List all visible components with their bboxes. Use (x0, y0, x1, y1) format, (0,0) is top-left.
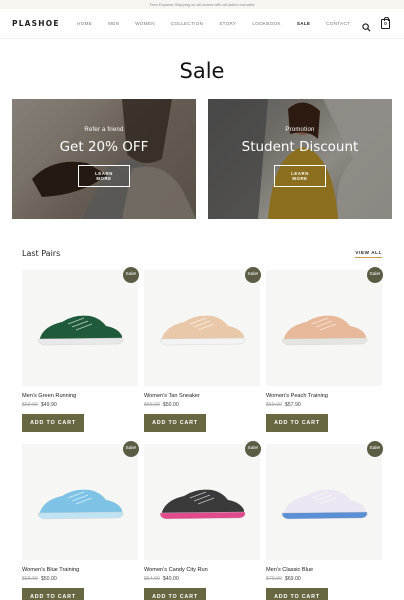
product-card[interactable]: Sale! Women's Tan Sneaker $55.90 $50.00 A… (144, 267, 261, 432)
shoe-image (159, 489, 246, 520)
search-icon[interactable] (362, 19, 371, 32)
sale-price: $69.00 (284, 576, 301, 582)
banner-student-discount[interactable]: Promotion Student Discount LEARN MORE (208, 99, 392, 219)
product-card[interactable]: Sale! Women's Candy City Run $54.90 $40.0… (144, 441, 261, 600)
sale-badge: Sale! (367, 267, 383, 283)
sale-price: $50.00 (40, 576, 57, 582)
product-price: $54.90 $40.00 (144, 576, 260, 582)
old-price: $54.90 (144, 576, 160, 582)
nav-sale[interactable]: SALE (289, 21, 318, 26)
product-price: $59.90 $49.90 (22, 402, 138, 408)
shopping-bag-icon[interactable]: 0 (381, 16, 390, 29)
product-name[interactable]: Men's Green Running (22, 393, 138, 399)
view-all-link[interactable]: VIEW ALL (355, 250, 382, 258)
shoe-image (37, 489, 124, 520)
banner-kicker: Promotion (285, 127, 315, 133)
sale-badge: Sale! (123, 441, 139, 457)
product-name[interactable]: Women's Candy City Run (144, 567, 260, 573)
shoe-image (281, 489, 368, 520)
product-image[interactable] (266, 270, 382, 386)
banner-refer-friend[interactable]: Refer a friend Get 20% OFF LEARN MORE (12, 99, 196, 219)
old-price: $79.90 (266, 576, 282, 582)
promo-text: Free Express Shipping on all orders with… (149, 2, 255, 7)
promo-banners: Refer a friend Get 20% OFF LEARN MORE Pr… (0, 99, 404, 219)
product-price: $59.90 $57.90 (266, 402, 382, 408)
product-card[interactable]: Sale! Men's Green Running $59.90 $49.90 A… (22, 267, 139, 432)
promo-topbar: Free Express Shipping on all orders with… (0, 0, 404, 9)
product-card[interactable]: Sale! Women's Peach Training $59.90 $57.9… (266, 267, 383, 432)
product-image[interactable] (144, 270, 260, 386)
last-pairs-header: Last Pairs VIEW ALL (0, 249, 404, 258)
product-card[interactable]: Sale! Women's Blue Training $58.90 $50.00… (22, 441, 139, 600)
shoe-image (159, 315, 246, 346)
learn-more-button[interactable]: LEARN MORE (78, 165, 130, 187)
add-to-cart-button[interactable]: ADD TO CART (266, 414, 328, 432)
shoe-image (281, 315, 368, 346)
main-nav: HOME MEN WOMEN COLLECTION STORY LOOKBOOK… (69, 21, 358, 26)
cart-count: 0 (384, 20, 387, 26)
header-actions: 0 (358, 16, 390, 32)
nav-collection[interactable]: COLLECTION (163, 21, 211, 26)
add-to-cart-button[interactable]: ADD TO CART (22, 588, 84, 600)
sale-price: $57.90 (284, 402, 301, 408)
page-title: Sale (179, 59, 225, 83)
banner-headline: Student Discount (241, 139, 359, 155)
add-to-cart-button[interactable]: ADD TO CART (144, 414, 206, 432)
product-image[interactable] (266, 444, 382, 560)
sale-badge: Sale! (245, 267, 261, 283)
product-card[interactable]: Sale! Men's Classic Blue $79.90 $69.00 AD… (266, 441, 383, 600)
old-price: $58.90 (22, 576, 38, 582)
banner-kicker: Refer a friend (84, 127, 124, 133)
nav-women[interactable]: WOMEN (127, 21, 163, 26)
section-title: Last Pairs (22, 249, 61, 258)
add-to-cart-button[interactable]: ADD TO CART (144, 588, 206, 600)
product-price: $58.90 $50.00 (22, 576, 138, 582)
product-grid: Sale! Men's Green Running $59.90 $49.90 A… (0, 267, 404, 600)
old-price: $59.90 (22, 402, 38, 408)
add-to-cart-button[interactable]: ADD TO CART (266, 588, 328, 600)
product-image[interactable] (144, 444, 260, 560)
site-logo[interactable]: PLASHOE (12, 19, 69, 28)
nav-lookbook[interactable]: LOOKBOOK (244, 21, 288, 26)
old-price: $59.90 (266, 402, 282, 408)
product-name[interactable]: Women's Peach Training (266, 393, 382, 399)
product-price: $55.90 $50.00 (144, 402, 260, 408)
nav-home[interactable]: HOME (69, 21, 100, 26)
nav-contact[interactable]: CONTACT (318, 21, 358, 26)
sale-price: $40.00 (162, 576, 179, 582)
sale-price: $50.00 (162, 402, 179, 408)
product-image[interactable] (22, 444, 138, 560)
product-name[interactable]: Women's Blue Training (22, 567, 138, 573)
sale-price: $49.90 (40, 402, 57, 408)
banner-headline: Get 20% OFF (59, 139, 149, 155)
sale-badge: Sale! (123, 267, 139, 283)
product-price: $79.90 $69.00 (266, 576, 382, 582)
product-name[interactable]: Women's Tan Sneaker (144, 393, 260, 399)
sale-badge: Sale! (245, 441, 261, 457)
sale-badge: Sale! (367, 441, 383, 457)
product-name[interactable]: Men's Classic Blue (266, 567, 382, 573)
nav-men[interactable]: MEN (100, 21, 127, 26)
add-to-cart-button[interactable]: ADD TO CART (22, 414, 84, 432)
shoe-image (37, 315, 124, 346)
nav-story[interactable]: STORY (211, 21, 244, 26)
old-price: $55.90 (144, 402, 160, 408)
site-header: PLASHOE HOME MEN WOMEN COLLECTION STORY … (0, 9, 404, 39)
learn-more-button[interactable]: LEARN MORE (274, 165, 326, 187)
product-image[interactable] (22, 270, 138, 386)
